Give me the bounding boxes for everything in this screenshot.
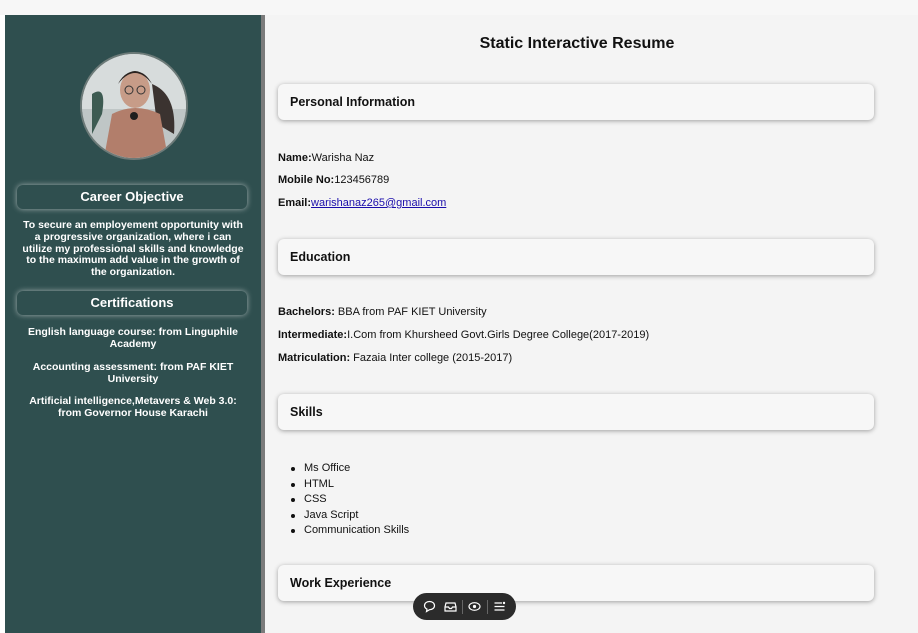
education-value: I.Com from Khursheed Govt.Girls Degree C… bbox=[347, 329, 650, 341]
education-label: Matriculation: bbox=[278, 352, 351, 364]
education-value: BBA from PAF KIET University bbox=[334, 306, 487, 318]
floating-toolbar bbox=[413, 593, 516, 620]
info-value: Warisha Naz bbox=[311, 152, 375, 164]
section-header-skills[interactable]: Skills bbox=[278, 394, 874, 430]
profile-photo bbox=[82, 54, 186, 158]
education-label: Bachelors: bbox=[278, 306, 335, 318]
skill-item: HTML bbox=[290, 477, 409, 493]
certification-item: Accounting assessment: from PAF KIET Uni… bbox=[19, 361, 247, 385]
sidebar: Career Objective To secure an employemen… bbox=[5, 15, 261, 633]
certification-item: Artificial intelligence,Metavers & Web 3… bbox=[19, 395, 247, 419]
career-objective-heading: Career Objective bbox=[17, 185, 247, 209]
page-title: Static Interactive Resume bbox=[479, 35, 675, 52]
certification-title: Artificial intelligence,Metavers & Web 3… bbox=[29, 395, 237, 407]
info-label: Email: bbox=[278, 197, 312, 209]
certification-title: English language course: bbox=[27, 326, 156, 338]
section-header-education[interactable]: Education bbox=[278, 239, 874, 275]
skill-item: Java Script bbox=[290, 508, 409, 524]
info-label: Mobile No: bbox=[278, 174, 335, 186]
info-value: 123456789 bbox=[334, 174, 390, 186]
info-row-mobile: Mobile No:123456789 bbox=[278, 174, 389, 186]
avatar bbox=[80, 52, 188, 160]
section-header-personal-information[interactable]: Personal Information bbox=[278, 84, 874, 120]
inbox-icon[interactable] bbox=[441, 598, 459, 616]
skills-list: Ms Office HTML CSS Java Script Communica… bbox=[290, 461, 409, 539]
education-label: Intermediate: bbox=[278, 329, 348, 341]
education-row: Intermediate:I.Com from Khursheed Govt.G… bbox=[278, 329, 649, 341]
info-label: Name: bbox=[278, 152, 312, 164]
info-row-name: Name:Warisha Naz bbox=[278, 152, 374, 164]
toolbar-divider bbox=[462, 599, 464, 614]
skill-item: Communication Skills bbox=[290, 523, 409, 539]
education-row: Matriculation: Fazaia Inter college (201… bbox=[278, 352, 512, 364]
career-objective-text: To secure an employement opportunity wit… bbox=[22, 219, 244, 279]
section-header-work-experience[interactable]: Work Experience bbox=[278, 565, 874, 601]
eye-icon[interactable] bbox=[466, 598, 484, 616]
main-content: Static Interactive Resume Personal Infor… bbox=[265, 15, 918, 633]
education-value: Fazaia Inter college (2015-2017) bbox=[350, 352, 513, 364]
email-link[interactable]: warishanaz265@gmail.com bbox=[311, 197, 446, 209]
certification-item: English language course: from Linguphile… bbox=[19, 326, 247, 350]
certification-title: Accounting assessment: bbox=[32, 361, 158, 373]
education-row: Bachelors: BBA from PAF KIET University bbox=[278, 306, 487, 318]
comment-icon[interactable] bbox=[420, 598, 438, 616]
certification-detail: from Governor House Karachi bbox=[58, 407, 208, 419]
top-strip bbox=[0, 0, 918, 15]
skill-item: CSS bbox=[290, 492, 409, 508]
menu-icon[interactable] bbox=[491, 598, 509, 616]
info-row-email: Email:warishanaz265@gmail.com bbox=[278, 197, 446, 209]
skill-item: Ms Office bbox=[290, 461, 409, 477]
certifications-heading: Certifications bbox=[17, 291, 247, 315]
toolbar-divider bbox=[486, 599, 488, 614]
